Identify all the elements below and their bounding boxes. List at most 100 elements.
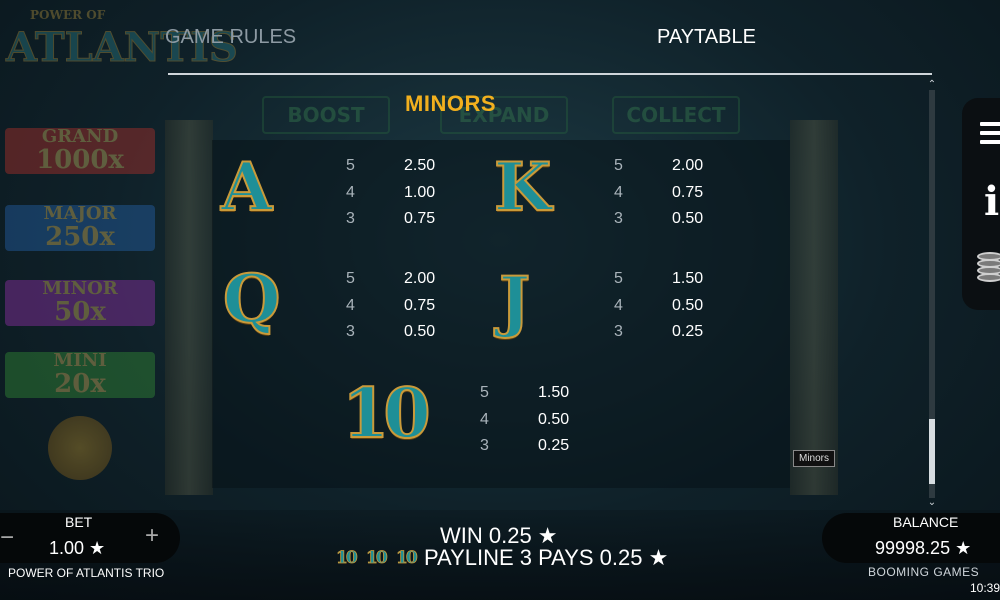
pays-k: 5 2.00 4 0.75 3 0.50 <box>614 153 714 233</box>
jackpot-title: GRAND <box>41 126 119 147</box>
pay-count: 4 <box>480 410 489 428</box>
payline-symbol: 10 <box>396 548 418 569</box>
pay-value: 0.75 <box>404 210 436 228</box>
pay-count: 3 <box>614 210 623 228</box>
jackpot-value: 20x <box>54 369 106 399</box>
pay-count: 4 <box>614 183 623 201</box>
payline-info: PAYLINE 3 PAYS 0.25 ★ <box>424 545 669 570</box>
pay-row: 5 2.00 <box>614 153 714 180</box>
info-icon[interactable]: i <box>984 178 999 225</box>
pay-count: 3 <box>346 323 355 341</box>
pay-row: 3 0.75 <box>346 206 446 233</box>
jackpot-major: MAJOR 250x <box>5 205 155 251</box>
symbol-a: A <box>220 147 273 227</box>
bg-collect-tab: COLLECT <box>612 96 740 134</box>
pay-count: 5 <box>614 270 623 287</box>
right-pillar <box>790 120 838 495</box>
pay-row: 4 0.50 <box>480 407 580 434</box>
pay-count: 4 <box>346 296 355 314</box>
bet-label: BET <box>65 514 93 530</box>
pay-count: 5 <box>614 157 623 174</box>
tab-paytable[interactable]: PAYTABLE <box>657 26 756 49</box>
pay-count: 5 <box>346 270 355 287</box>
pay-count: 3 <box>346 210 355 228</box>
pay-value: 2.00 <box>404 270 436 287</box>
payline-symbol: 10 <box>366 548 388 569</box>
header-divider <box>168 73 932 75</box>
pay-value: 2.00 <box>672 157 704 174</box>
balance-value: 99998.25 ★ <box>875 538 972 558</box>
pay-value: 0.25 <box>538 437 570 455</box>
pay-row: 5 2.00 <box>346 266 446 293</box>
jackpot-value: 1000x <box>36 145 124 175</box>
bet-value: 1.00 ★ <box>49 538 106 558</box>
pay-count: 4 <box>614 296 623 314</box>
pay-value: 0.75 <box>672 183 704 201</box>
bet-increase-button[interactable]: + <box>145 522 159 550</box>
pay-count: 5 <box>346 157 355 174</box>
scroll-down-icon[interactable]: ⌄ <box>926 498 938 508</box>
pays-10: 5 1.50 4 0.50 3 0.25 <box>480 380 580 460</box>
pay-row: 4 0.50 <box>614 293 714 320</box>
jackpot-minor: MINOR 50x <box>5 280 155 326</box>
pay-row: 3 0.50 <box>346 319 446 346</box>
clock: 10:39 <box>970 581 1000 595</box>
game-logo: POWER OF ATLANTIS <box>0 0 239 95</box>
menu-icon[interactable] <box>980 122 1000 146</box>
bet-decrease-button[interactable]: − <box>0 524 14 552</box>
jackpot-title: MAJOR <box>43 203 117 224</box>
brand-logo: BOOMING GAMES <box>868 565 980 579</box>
pay-count: 4 <box>346 183 355 201</box>
pay-value: 1.50 <box>538 384 570 401</box>
jackpot-title: MINOR <box>42 278 118 299</box>
jackpot-title: MINI <box>53 350 107 371</box>
coins-icon[interactable] <box>977 252 1000 288</box>
scroll-up-icon[interactable]: ⌃ <box>926 80 938 90</box>
pay-row: 5 1.50 <box>614 266 714 293</box>
section-tooltip: Minors <box>793 450 836 467</box>
jackpot-value: 50x <box>54 297 106 327</box>
pay-value: 2.50 <box>404 157 436 174</box>
scroll-track[interactable] <box>929 90 935 498</box>
pay-row: 4 0.75 <box>614 180 714 207</box>
pay-row: 5 2.50 <box>346 153 446 180</box>
pay-value: 0.50 <box>672 210 704 228</box>
scrollbar[interactable]: ⌃ ⌄ <box>926 80 938 508</box>
coin-icon <box>48 416 112 480</box>
jackpot-grand: GRAND 1000x <box>5 128 155 174</box>
logo-line1: POWER OF <box>30 8 106 22</box>
jackpot-value: 250x <box>45 222 115 252</box>
pay-row: 5 1.50 <box>480 380 580 407</box>
jackpot-mini: MINI 20x <box>5 352 155 398</box>
bg-boost-tab: BOOST <box>262 96 390 134</box>
pay-row: 3 0.25 <box>614 319 714 346</box>
scroll-thumb[interactable] <box>929 419 935 484</box>
pays-a: 5 2.50 4 1.00 3 0.75 <box>346 153 446 233</box>
pay-value: 1.50 <box>672 270 704 287</box>
pay-row: 3 0.50 <box>614 206 714 233</box>
payline-symbol: 10 <box>336 548 358 569</box>
pay-value: 0.25 <box>672 323 704 341</box>
symbol-k: K <box>493 147 552 227</box>
pay-count: 3 <box>480 437 489 455</box>
symbol-q: Q <box>222 259 281 339</box>
game-name: POWER OF ATLANTIS TRIO <box>8 566 165 580</box>
symbol-j: J <box>498 261 531 341</box>
pay-row: 4 1.00 <box>346 180 446 207</box>
pay-row: 3 0.25 <box>480 433 580 460</box>
pay-value: 0.50 <box>672 296 704 314</box>
symbol-10: 10 <box>341 373 432 455</box>
pay-value: 0.50 <box>404 323 436 341</box>
pays-q: 5 2.00 4 0.75 3 0.50 <box>346 266 446 346</box>
pay-value: 0.75 <box>404 296 436 314</box>
pays-j: 5 1.50 4 0.50 3 0.25 <box>614 266 714 346</box>
pay-count: 3 <box>614 323 623 341</box>
balance-label: BALANCE <box>893 514 959 530</box>
pay-value: 1.00 <box>404 183 436 201</box>
pay-count: 5 <box>480 384 489 401</box>
pay-row: 4 0.75 <box>346 293 446 320</box>
section-title: MINORS <box>405 91 496 116</box>
tab-game-rules[interactable]: GAME RULES <box>165 26 296 49</box>
left-pillar <box>165 120 213 495</box>
pay-value: 0.50 <box>538 410 570 428</box>
